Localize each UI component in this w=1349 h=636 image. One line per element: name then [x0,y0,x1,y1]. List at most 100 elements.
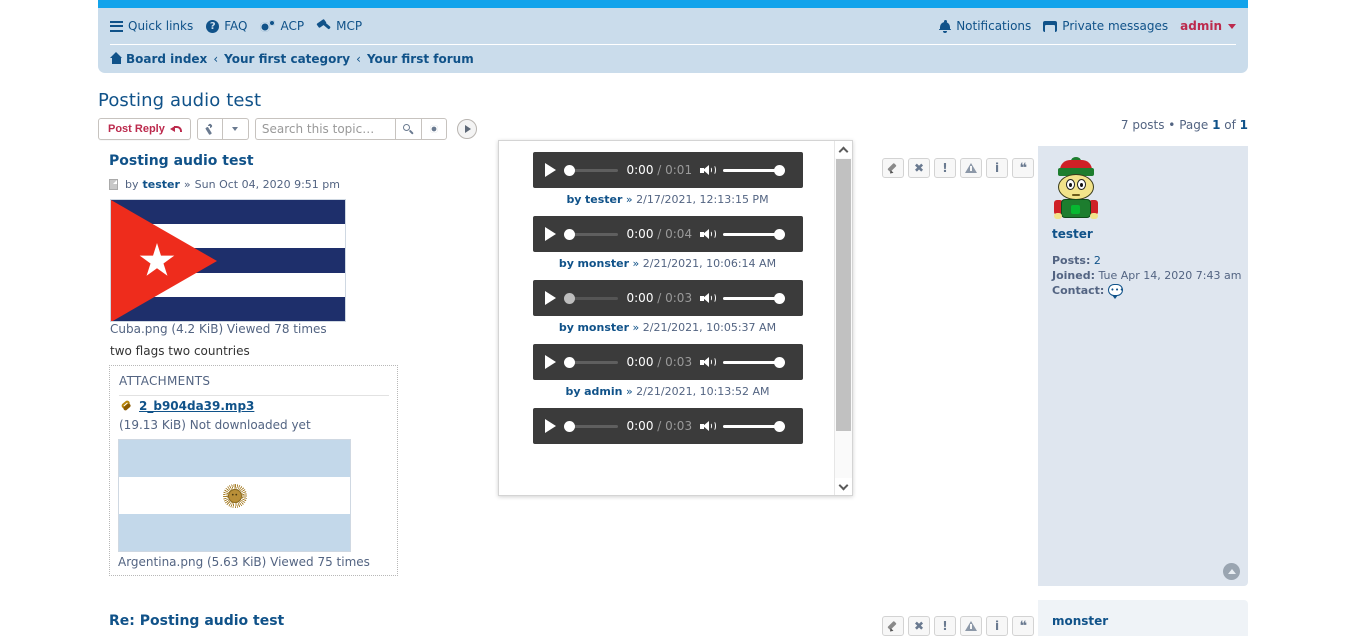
breadcrumb: Board index ‹ Your first category ‹ Your… [110,44,1236,73]
volume-slider[interactable] [723,292,786,304]
post-reply-label: Post Reply [108,123,165,135]
delete-post-button-2[interactable]: ✖ [908,616,930,636]
post-reply-button[interactable]: Post Reply [98,118,191,140]
search-submit-button[interactable] [394,118,421,140]
profile-contact-row: Contact: ••• [1052,283,1242,299]
audio-date-separator: » [625,193,633,206]
audio-player: 0:00 / 0:04 [532,216,803,252]
nav-faq[interactable]: ? FAQ [206,19,247,33]
seek-slider[interactable] [563,164,619,176]
volume-slider[interactable] [723,164,786,176]
attachments-heading: ATTACHMENTS [119,374,211,388]
search-options-button[interactable] [420,118,447,140]
close-icon: ✖ [913,619,925,633]
duration: 0:03 [665,419,693,433]
nav-quick-links[interactable]: Quick links [110,19,193,33]
post-info-button-2[interactable]: i [986,616,1008,636]
seek-slider[interactable] [563,292,619,304]
nav-acp[interactable]: ACP [260,19,304,33]
mute-button[interactable] [700,164,716,177]
overlay-scrollbar[interactable] [834,141,852,495]
quote-post-button-2[interactable]: ❝ [1012,616,1034,636]
post-subject-link-2[interactable]: Re: Posting audio test [109,613,284,629]
chevron-up-icon [1227,568,1236,574]
exclamation-icon: ! [942,619,948,633]
audio-player: 0:00 / 0:03 [532,344,803,380]
nav-user-menu[interactable]: admin [1180,19,1236,33]
mute-button[interactable] [700,356,716,369]
topic-tools-button[interactable] [196,118,223,140]
scroll-up-button[interactable] [835,141,852,158]
audio-item-meta: by tester » 2/17/2021, 12:13:15 PM [499,193,834,206]
attachment-image-cuba[interactable] [110,199,346,322]
profile-username-link[interactable]: tester [1052,227,1093,241]
time-separator: / [653,227,666,241]
topic-tools-dropdown-button[interactable] [222,118,249,140]
time-separator: / [653,163,666,177]
page-title-link[interactable]: Posting audio test [98,90,261,111]
profile-posts-value[interactable]: 2 [1094,254,1101,267]
profile-contact-label: Contact: [1052,284,1105,297]
site-navigation: Quick links ? FAQ ACP MCP Notifications … [98,8,1248,73]
audio-item-meta: by monster » 2/21/2021, 10:05:37 AM [499,321,834,334]
current-time: 0:00 [626,419,654,433]
breadcrumb-forum[interactable]: Your first forum [367,52,474,66]
audio-player: 0:00 / 0:03 [532,280,803,316]
breadcrumb-board-index-label: Board index [126,52,208,66]
audio-playlist-toggle-button[interactable] [456,119,477,139]
seek-slider[interactable] [563,228,619,240]
mute-button[interactable] [700,420,716,433]
play-button[interactable] [544,355,556,369]
nav-private-messages[interactable]: Private messages [1043,19,1168,33]
time-display: 0:00 / 0:04 [627,227,693,241]
nav-mcp[interactable]: MCP [316,18,362,33]
audio-playlist-item: 0:00 / 0:04 by monster » 2/21/2021, 10:06… [499,216,834,270]
breadcrumb-board-index[interactable]: Board index [110,52,207,66]
attachment-image-argentina[interactable]: •• [118,439,351,552]
audio-playlist-overlay: 0:00 / 0:01 by tester » 2/17/2021, 12:13:… [498,140,853,496]
mute-button[interactable] [700,228,716,241]
volume-slider[interactable] [723,228,786,240]
play-button[interactable] [544,419,556,433]
play-button[interactable] [544,163,556,177]
scrollbar-thumb[interactable] [836,159,851,431]
audio-date-separator: » [632,321,640,334]
scroll-down-button[interactable] [835,478,852,495]
report-post-button-2[interactable]: ! [934,616,956,636]
question-mark-icon: ? [206,19,220,33]
seek-slider[interactable] [563,356,619,368]
nav-notifications[interactable]: Notifications [939,19,1031,33]
play-button[interactable] [544,227,556,241]
profile-username-link-2[interactable]: monster [1052,614,1108,628]
audio-by-label: by [558,257,574,270]
information-icon: i [994,619,1000,633]
warn-user-button-2[interactable] [960,616,982,636]
duration: 0:03 [665,291,693,305]
current-time: 0:00 [626,227,654,241]
search-input[interactable] [254,118,395,140]
avatar[interactable] [1052,157,1100,220]
quote-icon: ❝ [1019,618,1028,634]
current-time: 0:00 [626,163,654,177]
seek-slider[interactable] [563,420,619,432]
chevron-down-icon [232,127,239,131]
audio-playlist-item: 0:00 / 0:01 by tester » 2/17/2021, 12:13:… [499,152,834,206]
edit-post-button-2[interactable] [882,616,904,636]
chat-bubble-icon[interactable]: ••• [1107,284,1124,299]
volume-slider[interactable] [723,420,786,432]
time-display: 0:00 / 0:03 [627,355,693,369]
time-display: 0:00 / 0:03 [627,419,693,433]
audio-author: monster [577,321,630,334]
duration: 0:04 [665,227,693,241]
time-display: 0:00 / 0:03 [627,291,693,305]
volume-slider[interactable] [723,356,786,368]
back-to-top-button[interactable] [1223,563,1240,580]
post-container-2: Re: Posting audio test ✖ ! i ❝ monster [98,600,1248,636]
breadcrumb-category[interactable]: Your first category [224,52,350,66]
attachment-download-link[interactable]: 2_b904da39.mp3 [139,399,254,413]
audio-date: 2/21/2021, 10:13:52 AM [636,385,770,398]
audio-author: tester [584,193,623,206]
audio-playlist-item: 0:00 / 0:03 by monster » 2/21/2021, 10:05… [499,280,834,334]
mute-button[interactable] [700,292,716,305]
play-button[interactable] [544,291,556,305]
